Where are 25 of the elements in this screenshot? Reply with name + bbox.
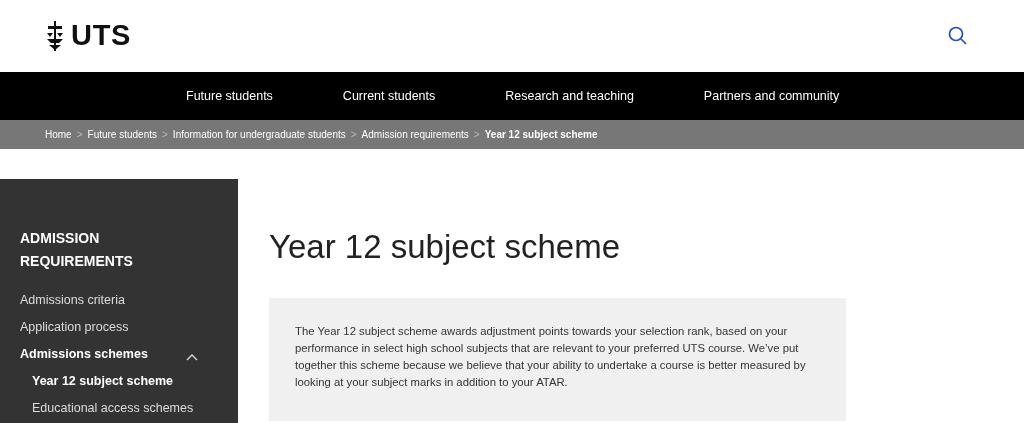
breadcrumb-separator: > <box>162 128 168 142</box>
sidebar-item[interactable]: Application process <box>20 314 129 341</box>
sidebar-title: ADMISSION REQUIREMENTS <box>19 229 134 271</box>
sidebar-item[interactable]: Year 12 subject scheme <box>32 368 174 395</box>
breadcrumb-separator: > <box>76 128 83 142</box>
breadcrumb-link[interactable]: Information for undergraduate students <box>172 127 346 142</box>
logo-icon <box>45 21 65 51</box>
intro-text: The Year 12 subject scheme awards adjustment points towards your selection rank, based on your performance in select high school subjects that are relevant to your preferred UTS course. We’ve put together this scheme because we believe that your ability to undertake a course is better measured by looking at your subject marks in addition to your ATAR. <box>295 324 807 390</box>
sidebar-item[interactable]: Admissions criteria <box>20 287 125 314</box>
breadcrumb-link[interactable]: Year 12 subject scheme <box>484 127 598 142</box>
nav-link[interactable]: Partners and community <box>703 86 840 106</box>
breadcrumb-link[interactable]: Home <box>45 127 72 142</box>
breadcrumb-link[interactable]: Admission requirements <box>361 127 469 142</box>
page-title: Year 12 subject scheme <box>269 227 621 267</box>
nav-link[interactable]: Current students <box>342 86 436 106</box>
nav-link[interactable]: Future students <box>186 86 273 106</box>
sidebar-item[interactable]: Admissions schemes <box>20 341 148 368</box>
breadcrumb-link[interactable]: Future students <box>87 127 157 142</box>
breadcrumb-separator: > <box>350 128 357 142</box>
search-icon[interactable] <box>948 26 968 46</box>
breadcrumb-separator: > <box>473 128 480 142</box>
nav-link[interactable]: Research and teaching <box>505 86 634 106</box>
chevron-up-icon[interactable] <box>186 354 198 361</box>
logo-text[interactable]: UTS <box>71 14 132 58</box>
sidebar-item[interactable]: Educational access schemes <box>32 395 194 422</box>
